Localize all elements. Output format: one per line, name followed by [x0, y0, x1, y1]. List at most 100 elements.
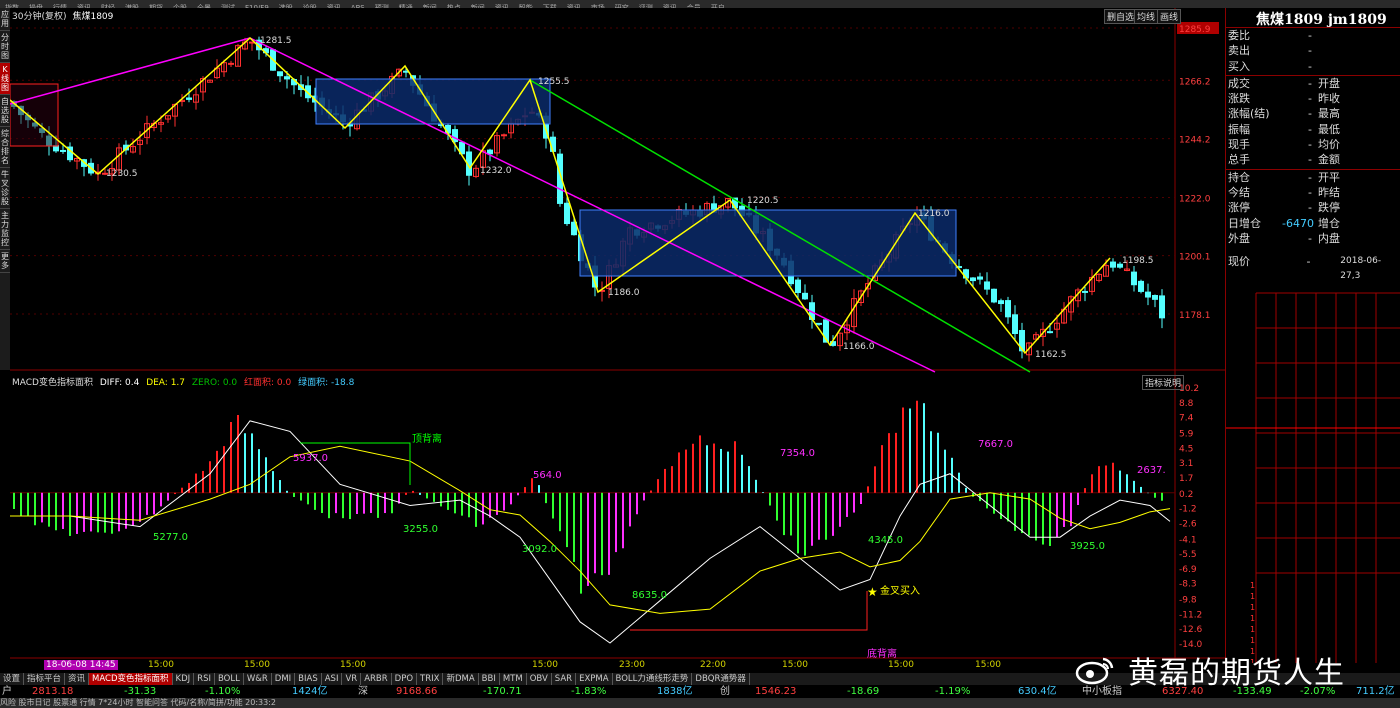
- status-value: 深: [358, 686, 368, 697]
- macd-area-label: 5277.0: [153, 532, 188, 543]
- quote-value: -: [1308, 201, 1312, 215]
- status-value: -1.83%: [571, 686, 607, 697]
- quote-value: -: [1308, 76, 1312, 90]
- indicator-explain-button[interactable]: 指标说明: [1142, 375, 1185, 390]
- price-pivot-label: 1216.0: [918, 209, 950, 219]
- indicator-tab[interactable]: ARBR: [361, 673, 392, 685]
- price-tick: 1244.2: [1179, 136, 1211, 146]
- macd-tick: 8.8: [1179, 399, 1194, 409]
- left-tab[interactable]: K线图: [0, 63, 10, 95]
- grid-tick: 1: [1250, 603, 1255, 612]
- weibo-icon: [1075, 657, 1114, 685]
- indicator-tab[interactable]: BOLL: [215, 673, 244, 685]
- indicator-tab[interactable]: KDJ: [173, 673, 195, 685]
- price-pivot-label: 1198.5: [1122, 256, 1154, 266]
- quote-row: 日增仓 -6470 增仓: [1226, 216, 1400, 231]
- indicator-tab[interactable]: W&R: [244, 673, 272, 685]
- macd-tick: -6.9: [1179, 565, 1197, 575]
- indicator-tab[interactable]: 设置: [0, 673, 25, 685]
- top-menu-bar: 指数 操盘 行情 资讯 财经 港股 期货 个股 全景 测试 F10/F9 选股 论股 资讯 ABS 预测 精通新…: [0, 0, 1400, 8]
- macd-red-area: 红面积: 0.0: [244, 378, 292, 388]
- macd-tick: 3.1: [1179, 459, 1193, 469]
- indicator-tab[interactable]: DPO: [392, 673, 418, 685]
- left-vertical-tabs: 应用 分时图 K线图 自选股 综合排名 牛叉诊股 主力监控 更多: [0, 8, 10, 370]
- indicator-tab[interactable]: MTM: [500, 673, 527, 685]
- macd-area-label: 7667.0: [978, 439, 1013, 450]
- indicator-tab[interactable]: 资讯: [65, 673, 90, 685]
- candle-body: [452, 129, 458, 143]
- left-tab[interactable]: 更多: [0, 250, 10, 273]
- quote-value: -: [1308, 107, 1312, 121]
- indicator-tab[interactable]: ASI: [322, 673, 343, 685]
- candle-body: [186, 97, 192, 100]
- indicator-tab[interactable]: BBI: [479, 673, 500, 685]
- indicator-tab[interactable]: SAR: [552, 673, 577, 685]
- status-value: 1838亿: [657, 686, 693, 697]
- time-label: 15:00: [532, 660, 558, 670]
- left-tab[interactable]: 主力监控: [0, 209, 10, 250]
- svg-text:1222.0: 1222.0: [1179, 195, 1211, 205]
- quote-date: 2018-06-27,3: [1340, 256, 1382, 282]
- ma-button[interactable]: 均线: [1134, 9, 1159, 24]
- macd-tick: 0.2: [1179, 490, 1193, 500]
- indicator-tab[interactable]: TRIX: [417, 673, 444, 685]
- indicator-tab[interactable]: MACD变色指标面积: [89, 673, 173, 685]
- indicator-tab[interactable]: 新DMA: [443, 673, 479, 685]
- svg-text:1200.1: 1200.1: [1179, 253, 1211, 263]
- price-pivot-label: 1230.5: [106, 169, 138, 179]
- indicator-tab[interactable]: VR: [342, 673, 362, 685]
- quote-row: 涨停 - 跌停: [1226, 200, 1400, 215]
- time-label: 15:00: [244, 660, 270, 670]
- quote-value: -: [1308, 122, 1312, 136]
- status-value: 9168.66: [396, 686, 438, 697]
- quote-label: 总手: [1228, 153, 1250, 167]
- macd-area-label: 4345.0: [868, 535, 903, 546]
- indicator-tab[interactable]: DBQR通势器: [692, 673, 750, 685]
- left-tab[interactable]: 应用: [0, 8, 10, 31]
- indicator-tab[interactable]: BOLL力通线形走势: [613, 673, 693, 685]
- grid-tick: 1: [1250, 614, 1255, 623]
- quote-row: 今结 - 昨结: [1226, 185, 1400, 200]
- left-tab[interactable]: 自选股: [0, 95, 10, 127]
- quote-rows: 委比 - 卖出 - 买入 - 成交 - 开盘 涨跌 - 昨收 涨幅(结) - 最高 振幅 - 最低 现手 - 均价 总手 -…: [1226, 28, 1400, 246]
- quote-label: 委比: [1228, 29, 1250, 42]
- time-label: 22:00: [700, 660, 726, 670]
- svg-text:1178.1: 1178.1: [1179, 311, 1211, 321]
- macd-tick: -12.6: [1179, 625, 1203, 635]
- quote-row: 外盘 - 内盘: [1226, 231, 1400, 246]
- candle-body: [277, 71, 283, 77]
- candle-body: [1152, 294, 1158, 300]
- left-tab[interactable]: 分时图: [0, 31, 10, 63]
- quote-value: -: [1308, 44, 1312, 58]
- bottom-divergence-label: 底背离: [867, 647, 897, 660]
- status-value: -1.19%: [935, 686, 971, 697]
- indicator-tab[interactable]: 指标平台: [24, 673, 66, 685]
- candle-body: [1110, 261, 1116, 268]
- indicator-tab[interactable]: RSI: [194, 673, 215, 685]
- indicator-tab[interactable]: EXPMA: [576, 673, 613, 685]
- left-tab[interactable]: 牛叉诊股: [0, 168, 10, 209]
- grid-tick: 1: [1250, 592, 1255, 601]
- macd-tick: -11.2: [1179, 610, 1202, 620]
- macd-tick: -1.2: [1179, 505, 1197, 515]
- indicator-tab[interactable]: BIAS: [295, 673, 322, 685]
- grid-tick: 1: [1250, 581, 1255, 590]
- top-divergence-label: 顶背离: [412, 432, 442, 445]
- kline-chart[interactable]: 1285.9 1266.2 1244.2 1222.0 1200.1 1178.1 1281…: [10, 8, 1225, 660]
- candle-body: [1145, 291, 1151, 298]
- left-tab[interactable]: 综合排名: [0, 127, 10, 168]
- quote-label-2: 昨结: [1318, 185, 1340, 199]
- current-price-label: 现价: [1228, 255, 1250, 269]
- price-pivot-label: 1255.5: [538, 77, 570, 87]
- draw-line-button[interactable]: 画线: [1157, 9, 1182, 24]
- indicator-tab[interactable]: OBV: [527, 673, 552, 685]
- candle-body: [795, 279, 801, 294]
- quote-row: 买入 -: [1226, 59, 1400, 74]
- macd-area-label: 2637.: [1137, 465, 1166, 476]
- indicator-tab[interactable]: DMI: [272, 673, 296, 685]
- quote-label: 卖出: [1228, 44, 1250, 58]
- remove-favorite-button[interactable]: 删自选: [1104, 9, 1138, 24]
- quote-value: -: [1308, 185, 1312, 199]
- candle-body: [1005, 300, 1011, 318]
- macd-zero: ZERO: 0.0: [191, 378, 238, 388]
